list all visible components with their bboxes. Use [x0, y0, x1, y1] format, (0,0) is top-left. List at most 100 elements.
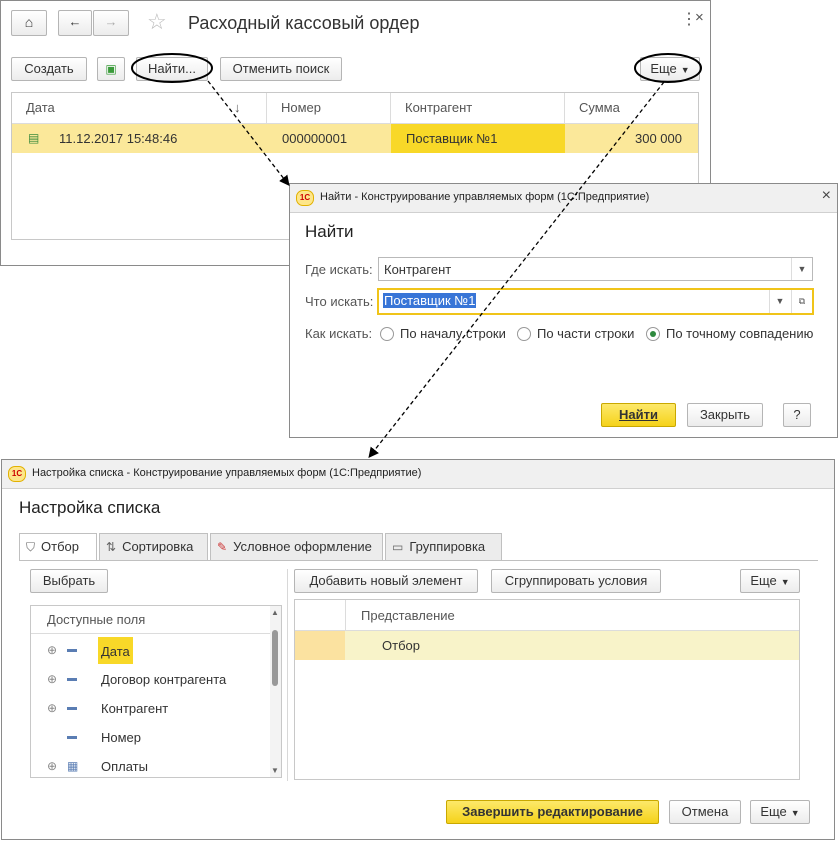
where-label: Где искать: [305, 262, 373, 277]
open-icon[interactable]: ⧉ [791, 290, 812, 313]
table-icon: ▦ [67, 759, 79, 773]
sort-arrow-icon: ↓ [234, 100, 241, 115]
available-fields-panel: Доступные поля ⊕ Дата ⊕ Договор контраге… [30, 605, 282, 778]
tab-content-border [19, 560, 818, 561]
what-input[interactable]: Поставщик №1 ▼ ⧉ [377, 288, 814, 315]
star-icon[interactable]: ☆ [147, 9, 167, 35]
tab-filter[interactable]: ⛉ Отбор [19, 533, 97, 561]
option-exact-label[interactable]: По точному совпадению [666, 326, 813, 341]
column-contractor[interactable]: Контрагент [391, 93, 565, 123]
group-conditions-button[interactable]: Сгруппировать условия [491, 569, 661, 593]
page-title: Расходный кассовый ордер [188, 13, 420, 33]
option-exact-radio[interactable] [646, 327, 660, 341]
field-icon [67, 707, 77, 710]
sort-icon: ⇅ [106, 540, 117, 554]
close-button[interactable]: Закрыть [687, 403, 763, 427]
grouping-icon: ▭ [392, 540, 404, 554]
find-dialog-heading: Найти [305, 222, 354, 241]
field-row-date[interactable]: ⊕ Дата [31, 636, 271, 665]
field-row-number[interactable]: Номер [31, 723, 271, 752]
cancel-search-button[interactable]: Отменить поиск [220, 57, 342, 81]
tab-grouping[interactable]: ▭ Группировка [385, 533, 502, 560]
home-button[interactable]: ⌂ [11, 10, 47, 36]
column-number[interactable]: Номер [267, 93, 391, 123]
representation-header: Представление [361, 608, 455, 623]
scroll-thumb[interactable] [272, 630, 278, 686]
filter-icon: ⛉ [26, 540, 36, 554]
filter-table: Представление Отбор [294, 599, 800, 780]
more-bottom-button[interactable]: Еще ▼ [750, 800, 810, 824]
filter-row-label: Отбор [382, 638, 420, 653]
arrow-right-icon: → [104, 14, 118, 29]
chevron-down-icon: ▼ [780, 577, 790, 587]
forward-button[interactable]: → [93, 10, 129, 36]
close-icon[interactable]: × [695, 9, 704, 26]
more-button[interactable]: Еще ▼ [740, 569, 800, 593]
chevron-down-icon: ▼ [790, 808, 800, 818]
filter-row[interactable]: Отбор [295, 631, 799, 660]
panel-splitter[interactable] [287, 569, 288, 781]
option-start-label[interactable]: По началу строки [400, 326, 506, 341]
where-select[interactable]: Контрагент ▼ [378, 257, 813, 281]
arrow-left-icon: ← [68, 14, 82, 29]
row-number: 000000001 [282, 131, 348, 146]
expand-icon[interactable]: ⊕ [47, 694, 57, 723]
home-icon: ⌂ [24, 14, 34, 30]
row-sum: 300 000 [635, 131, 682, 146]
more-button[interactable]: Еще ▼ [640, 57, 700, 81]
brush-icon: ✎ [217, 540, 228, 554]
what-label: Что искать: [305, 294, 374, 309]
fields-scrollbar[interactable]: ▲ ▼ [270, 606, 281, 777]
field-icon [67, 736, 77, 739]
column-date[interactable]: Дата ↓ [12, 93, 267, 123]
back-button[interactable]: ← [58, 10, 92, 36]
row-contractor: Поставщик №1 [406, 131, 498, 146]
row-contractor-cell[interactable]: Поставщик №1 [391, 124, 565, 153]
row-date: 11.12.2017 15:48:46 [59, 131, 178, 146]
settings-dialog-heading: Настройка списка [19, 498, 161, 517]
expand-icon[interactable]: ⊕ [47, 665, 57, 694]
find-dialog-titlebar[interactable]: 1С Найти - Конструирование управляемых ф… [290, 184, 837, 213]
add-document-icon: ▣ [105, 62, 117, 76]
1c-logo-icon: 1С [8, 466, 26, 482]
find-button[interactable]: Найти... [136, 57, 208, 81]
table-header: Дата ↓ Номер Контрагент Сумма [12, 93, 698, 124]
option-part-label[interactable]: По части строки [537, 326, 634, 341]
chevron-down-icon[interactable]: ▼ [769, 290, 790, 313]
select-button[interactable]: Выбрать [30, 569, 108, 593]
settings-dialog-titlebar[interactable]: 1С Настройка списка - Конструирование уп… [2, 460, 834, 489]
option-part-radio[interactable] [517, 327, 531, 341]
create-button[interactable]: Создать [11, 57, 87, 81]
help-button[interactable]: ? [783, 403, 811, 427]
document-posted-icon: ▤ [28, 131, 40, 145]
expand-icon[interactable]: ⊕ [47, 636, 57, 665]
find-submit-button[interactable]: Найти [601, 403, 676, 427]
close-icon[interactable]: × [822, 187, 831, 205]
1c-logo-icon: 1С [296, 190, 314, 206]
field-icon [67, 678, 77, 681]
settings-dialog-window-title: Настройка списка - Конструирование управ… [32, 467, 422, 479]
cancel-button[interactable]: Отмена [669, 800, 741, 824]
field-row-payments[interactable]: ⊕ ▦ Оплаты [31, 752, 271, 781]
tab-sort[interactable]: ⇅ Сортировка [99, 533, 208, 560]
chevron-down-icon[interactable]: ▼ [791, 258, 812, 280]
field-icon [67, 649, 77, 652]
available-fields-header: Доступные поля [31, 606, 281, 634]
scroll-down-icon[interactable]: ▼ [271, 766, 279, 775]
tab-conditional-format[interactable]: ✎ Условное оформление [210, 533, 383, 560]
find-dialog-window-title: Найти - Конструирование управляемых форм… [320, 191, 650, 203]
finish-editing-button[interactable]: Завершить редактирование [446, 800, 659, 824]
table-row[interactable]: ▤ 11.12.2017 15:48:46 000000001 Поставщи… [12, 124, 698, 153]
filter-table-header: Представление [295, 600, 799, 631]
field-row-contractor[interactable]: ⊕ Контрагент [31, 694, 271, 723]
field-row-contract[interactable]: ⊕ Договор контрагента [31, 665, 271, 694]
tab-bar: ⛉ Отбор ⇅ Сортировка ✎ Условное оформление … [19, 533, 819, 561]
column-sum[interactable]: Сумма [565, 93, 698, 123]
settings-dialog: 1С Настройка списка - Конструирование уп… [1, 459, 835, 840]
find-dialog: 1С Найти - Конструирование управляемых ф… [289, 183, 838, 438]
expand-icon[interactable]: ⊕ [47, 752, 57, 781]
option-start-radio[interactable] [380, 327, 394, 341]
add-element-button[interactable]: Добавить новый элемент [294, 569, 478, 593]
scroll-up-icon[interactable]: ▲ [271, 608, 279, 617]
copy-button[interactable]: ▣ [97, 57, 125, 81]
